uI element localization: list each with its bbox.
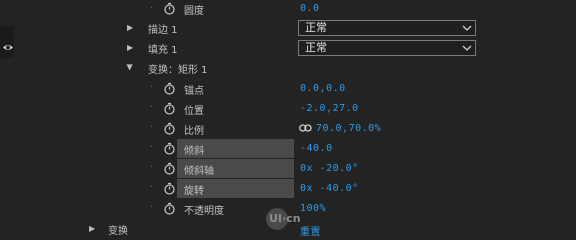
transform-label: 变换 xyxy=(108,226,128,237)
roundness-label: 圆度 xyxy=(184,6,204,17)
rotation-label: 旋转 xyxy=(184,186,204,197)
stroke-blend-mode-value: 正常 xyxy=(305,21,327,34)
fill-label: 填充 1 xyxy=(148,45,178,56)
anchor-value[interactable]: 0.0,0.0 xyxy=(300,83,346,94)
fill-blend-mode-select[interactable]: 正常 xyxy=(298,40,476,56)
anchor-label: 锚点 xyxy=(184,86,204,97)
skew-axis-label: 倾斜轴 xyxy=(184,166,214,177)
stopwatch-icon[interactable] xyxy=(163,2,176,15)
watermark-text: UI·cn xyxy=(269,212,301,225)
skew-value[interactable]: -40.0 xyxy=(300,143,333,154)
stopwatch-icon[interactable] xyxy=(163,202,176,215)
rotation-row: · 旋转 0x -40.0° xyxy=(0,179,576,199)
transform-rect-label: 变换：矩形 1 xyxy=(148,65,208,76)
stroke-label: 描边 1 xyxy=(148,25,178,36)
skew-row: · 倾斜 -40.0 xyxy=(0,139,576,159)
stroke-row: ▶ 描边 1 正常 xyxy=(0,18,576,38)
tree-dot: · xyxy=(150,162,154,173)
scale-value[interactable]: 70.0,70.0% xyxy=(316,123,381,134)
tree-dot: · xyxy=(150,202,154,213)
anchor-row: · 锚点 0.0,0.0 xyxy=(0,79,576,99)
position-value[interactable]: -2.0,27.0 xyxy=(300,103,359,114)
expand-arrow-icon[interactable]: ▶ xyxy=(127,23,133,32)
collapse-arrow-icon[interactable]: ▶ xyxy=(126,64,135,70)
scale-row: · 比例 70.0,70.0% xyxy=(0,119,576,139)
stroke-blend-mode-select[interactable]: 正常 xyxy=(298,20,476,36)
fill-blend-mode-value: 正常 xyxy=(305,41,327,54)
stopwatch-icon[interactable] xyxy=(163,162,176,175)
skew-axis-row: · 倾斜轴 0x -20.0° xyxy=(0,159,576,179)
position-label: 位置 xyxy=(184,106,204,117)
opacity-label: 不透明度 xyxy=(184,206,224,217)
fill-row: ▶ 填充 1 正常 xyxy=(0,38,576,58)
tree-dot: · xyxy=(150,3,154,14)
link-constrain-icon[interactable] xyxy=(299,124,312,132)
chevron-down-icon xyxy=(462,45,472,51)
stopwatch-icon[interactable] xyxy=(163,102,176,115)
tree-dot: · xyxy=(150,142,154,153)
rotation-value[interactable]: 0x -40.0° xyxy=(300,183,359,194)
tree-dot: · xyxy=(150,82,154,93)
stopwatch-icon[interactable] xyxy=(163,142,176,155)
stopwatch-icon[interactable] xyxy=(163,122,176,135)
expand-arrow-icon[interactable]: ▶ xyxy=(127,43,133,52)
watermark-logo: UI·cn xyxy=(266,205,306,235)
roundness-row: · 圆度 0.0 xyxy=(0,0,576,20)
stopwatch-icon[interactable] xyxy=(163,182,176,195)
roundness-value[interactable]: 0.0 xyxy=(300,3,320,14)
tree-dot: · xyxy=(150,182,154,193)
tree-dot: · xyxy=(150,102,154,113)
chevron-down-icon xyxy=(462,25,472,31)
expand-arrow-icon[interactable]: ▶ xyxy=(89,224,95,233)
position-row: · 位置 -2.0,27.0 xyxy=(0,99,576,119)
tree-dot: · xyxy=(150,122,154,133)
skew-label: 倾斜 xyxy=(184,146,204,157)
scale-label: 比例 xyxy=(184,126,204,137)
skew-axis-value[interactable]: 0x -20.0° xyxy=(300,163,359,174)
stopwatch-icon[interactable] xyxy=(163,82,176,95)
transform-rect-row: ▶ 变换：矩形 1 xyxy=(0,58,576,78)
